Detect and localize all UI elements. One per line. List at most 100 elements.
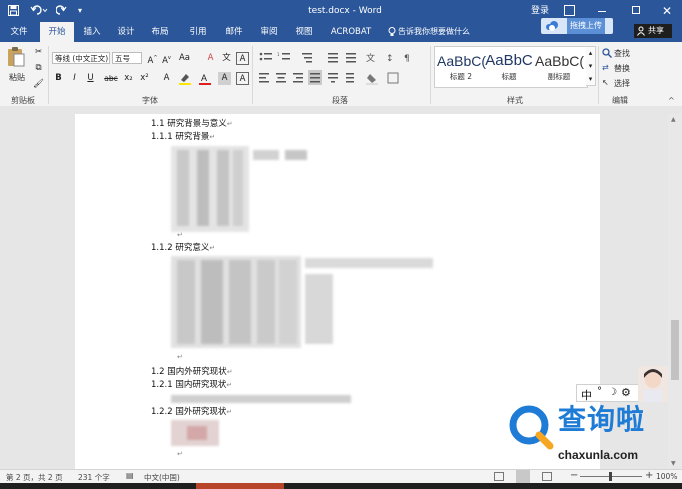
pixelated-content: [171, 393, 351, 405]
minimize-icon[interactable]: [598, 11, 606, 12]
tab-review[interactable]: 审阅: [255, 22, 283, 42]
search-logo-icon: [509, 405, 554, 450]
zoom-out-button[interactable]: −: [570, 470, 578, 481]
paragraph-mark: ↵: [226, 368, 233, 376]
window-title: test.docx - Word: [308, 6, 382, 16]
page-count[interactable]: 第 2 页，共 2 页: [6, 472, 63, 483]
gear-icon[interactable]: ⚙: [621, 386, 631, 399]
superscript-button[interactable]: x²: [138, 72, 151, 85]
font-size-select[interactable]: 五号: [112, 52, 142, 64]
svg-text:A: A: [201, 73, 207, 83]
paragraph-mark: ↵: [177, 353, 183, 361]
strikethrough-button[interactable]: abc: [102, 72, 120, 85]
styles-scroll[interactable]: ▴ ▾ ▾: [586, 46, 596, 86]
scroll-up-icon[interactable]: ▲: [671, 116, 676, 123]
ime-punct-label[interactable]: °: [597, 386, 602, 397]
close-icon[interactable]: ✕: [660, 0, 674, 22]
taskbar-item[interactable]: [196, 483, 284, 489]
read-mode-icon[interactable]: [494, 472, 504, 481]
style-title[interactable]: AaBbC 标题: [485, 51, 533, 82]
italic-button[interactable]: I: [68, 72, 81, 85]
word-count[interactable]: 231 个字: [78, 472, 110, 483]
group-separator: [252, 46, 253, 104]
bold-button[interactable]: B: [52, 72, 65, 85]
tab-layout[interactable]: 布局: [146, 22, 174, 42]
paste-label: 粘贴: [9, 73, 25, 82]
scroll-thumb[interactable]: [671, 320, 679, 380]
paste-button[interactable]: [6, 46, 28, 70]
char-shading-icon[interactable]: A: [218, 72, 231, 85]
heading-text: 1.1.1 研究背景: [151, 132, 210, 142]
highlight-icon[interactable]: [178, 72, 192, 85]
paragraph-mark: ↵: [209, 244, 216, 252]
text-effects-icon[interactable]: A: [160, 72, 173, 85]
share-button[interactable]: 共享: [634, 24, 672, 38]
style-preview: AaBbC(: [437, 53, 487, 69]
grow-font-icon[interactable]: A^: [146, 52, 159, 66]
style-subtitle[interactable]: AaBbC( 副标题: [535, 51, 584, 82]
cloud-upload-button[interactable]: 拖拽上传: [541, 18, 613, 34]
enclose-char-icon[interactable]: A: [236, 52, 249, 65]
print-layout-icon[interactable]: [516, 470, 530, 483]
undo-icon[interactable]: [28, 0, 50, 22]
tab-design[interactable]: 设计: [112, 22, 140, 42]
customize-icon[interactable]: ▾: [75, 0, 85, 22]
moon-icon[interactable]: ☽: [608, 387, 617, 398]
tab-file[interactable]: 文件: [4, 22, 34, 42]
tab-mailings[interactable]: 邮件: [220, 22, 248, 42]
ruler: [0, 106, 682, 114]
select-icon[interactable]: ↖: [602, 78, 614, 87]
styles-group-label: 样式: [507, 96, 523, 105]
zoom-level[interactable]: 100%: [656, 472, 677, 481]
restore-icon[interactable]: [632, 6, 640, 14]
tab-view[interactable]: 视图: [290, 22, 318, 42]
paragraph-row-2: [258, 70, 422, 86]
paragraph-row-1: 1 文 ↕ ¶: [258, 50, 422, 66]
find-icon[interactable]: [602, 48, 614, 60]
clear-format-icon[interactable]: A: [204, 52, 217, 65]
underline-button[interactable]: U: [84, 72, 97, 85]
cloud-upload-label: 拖拽上传: [567, 18, 605, 34]
subscript-button[interactable]: x₂: [122, 72, 135, 85]
font-group-label: 字体: [142, 96, 158, 105]
svg-text:↕: ↕: [386, 54, 394, 64]
zoom-slider-thumb[interactable]: [609, 472, 612, 481]
heading-text: 1.1.2 研究意义: [151, 243, 210, 253]
heading-1-1-2: 1.1.2 研究意义↵: [151, 243, 215, 254]
change-case-icon[interactable]: Aa: [178, 52, 191, 65]
select-label[interactable]: 选择: [614, 78, 630, 89]
svg-text:1: 1: [277, 52, 280, 57]
zoom-in-button[interactable]: +: [645, 470, 653, 481]
find-label[interactable]: 查找: [614, 48, 630, 59]
font-name-select[interactable]: 等线 (中文正文): [52, 52, 110, 64]
heading-1-1-1: 1.1.1 研究背景↵: [151, 132, 215, 143]
tab-references[interactable]: 引用: [184, 22, 212, 42]
char-border-icon[interactable]: A: [236, 72, 249, 85]
replace-label[interactable]: 替换: [614, 63, 630, 74]
ribbon-display-icon[interactable]: [564, 5, 575, 16]
copy-icon[interactable]: ⧉: [32, 62, 45, 75]
watermark-url-text: chaxunla.com: [558, 448, 639, 462]
paragraph-mark: ↵: [209, 133, 216, 141]
redo-icon[interactable]: [54, 0, 68, 22]
style-heading-2[interactable]: AaBbC( 标题 2: [437, 51, 487, 82]
collapse-ribbon-icon[interactable]: ^: [668, 96, 675, 105]
tab-acrobat[interactable]: ACROBAT: [326, 22, 376, 42]
language-indicator[interactable]: 中文(中国): [144, 472, 180, 483]
pixelated-content: [171, 420, 219, 446]
tab-insert[interactable]: 插入: [78, 22, 106, 42]
pixelated-content: [171, 256, 433, 348]
cut-icon[interactable]: ✂: [32, 46, 45, 59]
save-icon[interactable]: [6, 0, 20, 22]
tell-me-search[interactable]: 告诉我你想要做什么: [398, 22, 478, 42]
paragraph-group-label: 段落: [332, 96, 348, 105]
replace-icon[interactable]: ⇄: [602, 63, 614, 72]
font-color-icon[interactable]: A: [198, 72, 212, 85]
format-painter-icon[interactable]: 🖌: [32, 78, 45, 91]
phonetic-guide-icon[interactable]: 文: [220, 52, 233, 65]
web-layout-icon[interactable]: [542, 472, 552, 481]
proofing-icon[interactable]: ▤: [126, 471, 134, 480]
svg-text:文: 文: [366, 52, 375, 64]
tab-home[interactable]: 开始: [40, 22, 74, 42]
shrink-font-icon[interactable]: Av: [160, 52, 173, 66]
